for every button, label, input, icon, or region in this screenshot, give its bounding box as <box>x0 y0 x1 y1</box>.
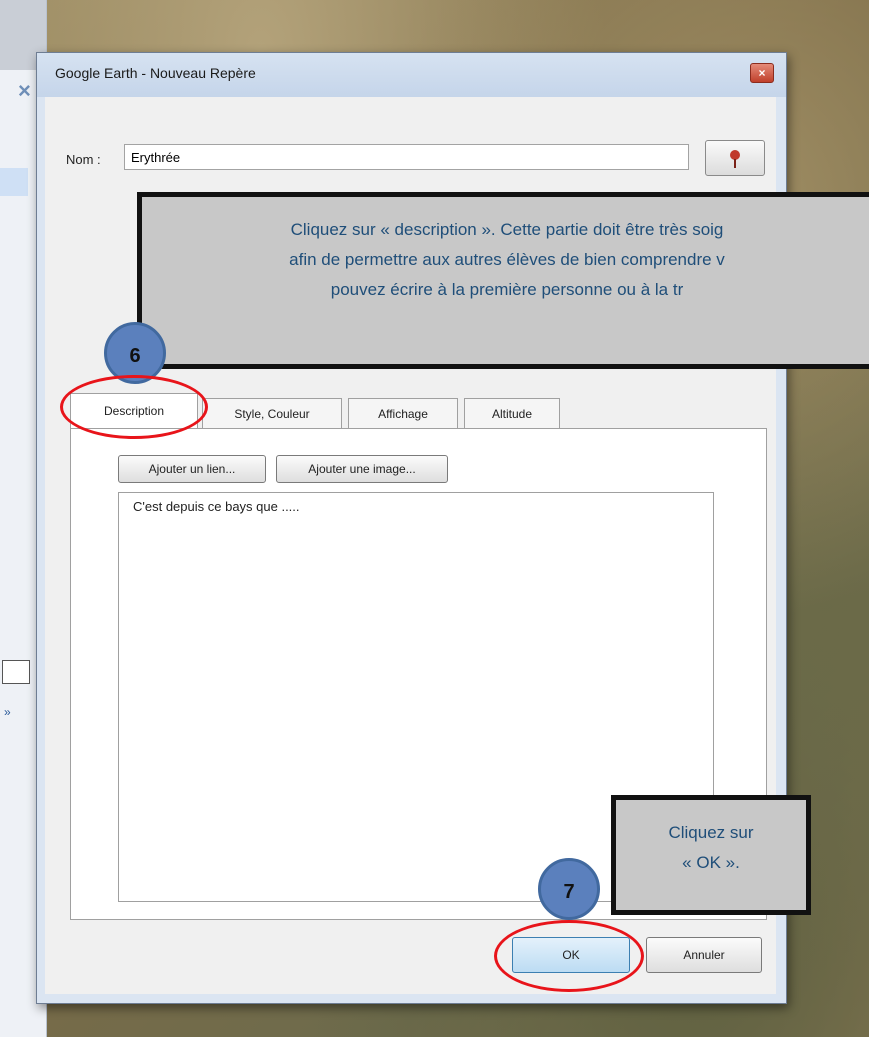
ok-highlight-ring <box>494 920 644 992</box>
close-icon[interactable]: × <box>750 63 774 83</box>
callout-line: afin de permettre aux autres élèves de b… <box>289 250 725 269</box>
panel-close-icon[interactable]: × <box>18 78 31 104</box>
pushpin-icon <box>730 150 740 168</box>
chevron-right-icon[interactable]: » <box>4 705 11 719</box>
selected-list-item[interactable] <box>0 168 28 196</box>
callout-line: « OK ». <box>682 853 740 872</box>
callout-line: Cliquez sur <box>668 823 754 842</box>
name-label: Nom : <box>66 152 101 167</box>
dialog-titlebar: Google Earth - Nouveau Repère × <box>37 53 786 97</box>
ok-instruction-callout: Cliquez sur « OK ». <box>611 795 811 915</box>
cancel-button[interactable]: Annuler <box>646 937 762 973</box>
placemark-icon-button[interactable] <box>705 140 765 176</box>
name-input[interactable] <box>124 144 689 170</box>
tab-display[interactable]: Affichage <box>348 398 458 428</box>
add-link-button[interactable]: Ajouter un lien... <box>118 455 266 483</box>
folder-icon[interactable] <box>2 660 30 684</box>
add-image-button[interactable]: Ajouter une image... <box>276 455 448 483</box>
step-badge-7: 7 <box>538 858 600 920</box>
description-highlight-ring <box>60 375 208 439</box>
callout-line: pouvez écrire à la première personne ou … <box>330 280 684 299</box>
tab-altitude[interactable]: Altitude <box>464 398 560 428</box>
tab-style-color[interactable]: Style, Couleur <box>202 398 342 428</box>
dialog-title: Google Earth - Nouveau Repère <box>55 65 256 81</box>
callout-line: Cliquez sur « description ». Cette parti… <box>290 220 724 239</box>
description-instruction-callout: Cliquez sur « description ». Cette parti… <box>137 192 869 369</box>
